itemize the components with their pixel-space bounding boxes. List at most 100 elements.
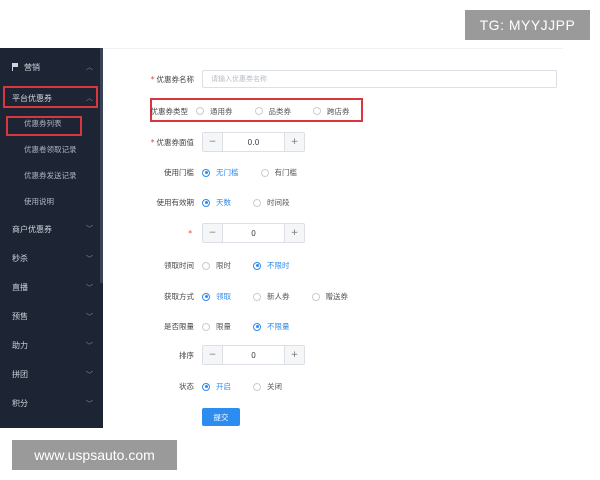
radio-dot [253, 261, 261, 270]
radio-time-period[interactable]: 时间段 [253, 197, 290, 208]
sidebar-item-coupon-claims[interactable]: 优惠卷领取记录 [0, 136, 103, 162]
radio-dot [202, 292, 210, 301]
sidebar-item-group-buy[interactable]: 拼团 ﹀ [0, 360, 103, 389]
radio-dot [202, 261, 210, 270]
sidebar-item-instructions[interactable]: 使用说明 [0, 188, 103, 214]
field-label: 是否限量 [164, 322, 194, 331]
field-label: * 优惠券名称 [150, 74, 194, 84]
increment-button[interactable]: + [285, 346, 304, 364]
sidebar-item-points[interactable]: 积分 ﹀ [0, 389, 103, 418]
form-row-validity: 使用有效期 天数 时间段 [112, 197, 557, 208]
radio-new-user-coupon[interactable]: 新人券 [253, 291, 290, 302]
watermark-site: www.uspsauto.com [12, 440, 177, 470]
sidebar-item-label: 助力 [12, 341, 28, 350]
sidebar-item-live[interactable]: 直播 ﹀ [0, 273, 103, 302]
sidebar-item-flash-sale[interactable]: 秒杀 ﹀ [0, 244, 103, 273]
sidebar-item-label: 优惠卷领取记录 [24, 144, 77, 154]
radio-no-threshold[interactable]: 无门槛 [202, 167, 239, 178]
sort-stepper[interactable]: − 0 + [202, 345, 305, 365]
field-label: * 优惠券面值 [150, 137, 194, 147]
radio-dot [313, 107, 321, 115]
form-row-value: * 优惠券面值 − 0.0 + [112, 132, 557, 152]
sidebar-item-label: 积分 [12, 399, 28, 408]
decrement-button[interactable]: − [203, 346, 222, 364]
radio-unlimited-time[interactable]: 不限时 [253, 260, 290, 271]
top-divider [103, 48, 563, 49]
sidebar-item-label: 秒杀 [12, 254, 28, 263]
days-stepper[interactable]: − 0 + [202, 223, 305, 243]
radio-claim[interactable]: 领取 [202, 291, 231, 302]
coupon-value-stepper[interactable]: − 0.0 + [202, 132, 305, 152]
radio-dot [253, 382, 261, 391]
stepper-value[interactable]: 0 [222, 346, 285, 364]
radio-with-threshold[interactable]: 有门槛 [260, 167, 297, 178]
sidebar-item-coupon-sends[interactable]: 优惠券发送记录 [0, 162, 103, 188]
chevron-down-icon: ﹀ [86, 284, 93, 292]
radio-time-limited[interactable]: 限时 [202, 260, 231, 271]
sidebar-item-assist[interactable]: 助力 ﹀ [0, 331, 103, 360]
chevron-down-icon: ﹀ [86, 313, 93, 321]
form-row-status: 状态 开启 关闭 [112, 381, 557, 392]
chevron-down-icon: ﹀ [86, 225, 93, 233]
field-label: 状态 [179, 382, 194, 391]
decrement-button[interactable]: − [203, 224, 222, 242]
form-row-name: * 优惠券名称 请输入优惠券名称 [112, 70, 557, 88]
radio-category-coupon[interactable]: 品类券 [254, 106, 291, 117]
sidebar-item-label: 拼团 [12, 370, 28, 379]
increment-button[interactable]: + [285, 133, 304, 151]
chevron-down-icon: ﹀ [86, 400, 93, 408]
increment-button[interactable]: + [285, 224, 304, 242]
radio-dot [253, 198, 261, 207]
sidebar-item-presale[interactable]: 预售 ﹀ [0, 302, 103, 331]
form-row-limit: 是否限量 限量 不限量 [112, 321, 557, 332]
radio-dot [202, 168, 210, 177]
radio-dot [202, 382, 210, 391]
radio-enabled[interactable]: 开启 [202, 381, 231, 392]
field-label: 优惠券类型 [150, 106, 189, 116]
watermark-tg: TG: MYYJJPP [465, 10, 590, 40]
stepper-value[interactable]: 0.0 [222, 133, 285, 151]
radio-dot [202, 198, 210, 207]
radio-dot [254, 107, 263, 115]
form-row-claim-method: 获取方式 领取 新人券 赠送券 [112, 291, 557, 302]
radio-dot [202, 322, 210, 331]
flag-icon [12, 63, 18, 71]
form-row-type: 优惠券类型 通用券 品类券 跨店券 [112, 102, 557, 120]
field-label: * [188, 228, 192, 238]
form-row-submit: 提交 [112, 408, 557, 426]
radio-dot [260, 168, 269, 177]
sidebar-item-label: 商户优惠券 [12, 224, 52, 234]
highlight-platform-coupon [3, 86, 98, 108]
stepper-value[interactable]: 0 [222, 224, 285, 242]
sidebar-item-merchant-coupon[interactable]: 商户优惠券 ﹀ [0, 214, 103, 244]
field-label: 使用门槛 [164, 168, 194, 177]
decrement-button[interactable]: − [203, 133, 222, 151]
form-row-threshold: 使用门槛 无门槛 有门槛 [112, 167, 557, 178]
highlight-coupon-list [6, 116, 82, 136]
field-label: 排序 [179, 350, 194, 360]
radio-days[interactable]: 天数 [202, 197, 231, 208]
radio-limited[interactable]: 限量 [202, 321, 231, 332]
coupon-form: * 优惠券名称 请输入优惠券名称 优惠券类型 通用券 品类券 跨店券 * 优惠券面值… [112, 58, 557, 428]
sidebar-item-label: 使用说明 [24, 196, 54, 206]
field-label: 领取时间 [164, 261, 194, 270]
chevron-down-icon: ﹀ [86, 342, 93, 350]
radio-general-coupon[interactable]: 通用券 [196, 106, 233, 117]
radio-unlimited[interactable]: 不限量 [253, 321, 290, 332]
radio-disabled[interactable]: 关闭 [253, 381, 282, 392]
submit-button[interactable]: 提交 [202, 408, 240, 426]
radio-dot [253, 322, 261, 331]
sidebar-item-label: 优惠券发送记录 [24, 170, 77, 180]
form-row-sort: 排序 − 0 + [112, 345, 557, 365]
radio-dot [253, 292, 261, 301]
radio-dot [311, 292, 320, 301]
sidebar-item-label: 直播 [12, 283, 28, 292]
radio-cross-store-coupon[interactable]: 跨店券 [313, 106, 350, 117]
sidebar-item-marketing[interactable]: 营销 ︿ [0, 48, 103, 86]
sidebar-item-label: 营销 [24, 62, 40, 72]
chevron-down-icon: ﹀ [86, 255, 93, 263]
sidebar-item-label: 预售 [12, 312, 28, 321]
chevron-up-icon: ︿ [86, 63, 93, 71]
radio-gift-coupon[interactable]: 赠送券 [311, 291, 348, 302]
coupon-name-input[interactable]: 请输入优惠券名称 [202, 70, 557, 88]
